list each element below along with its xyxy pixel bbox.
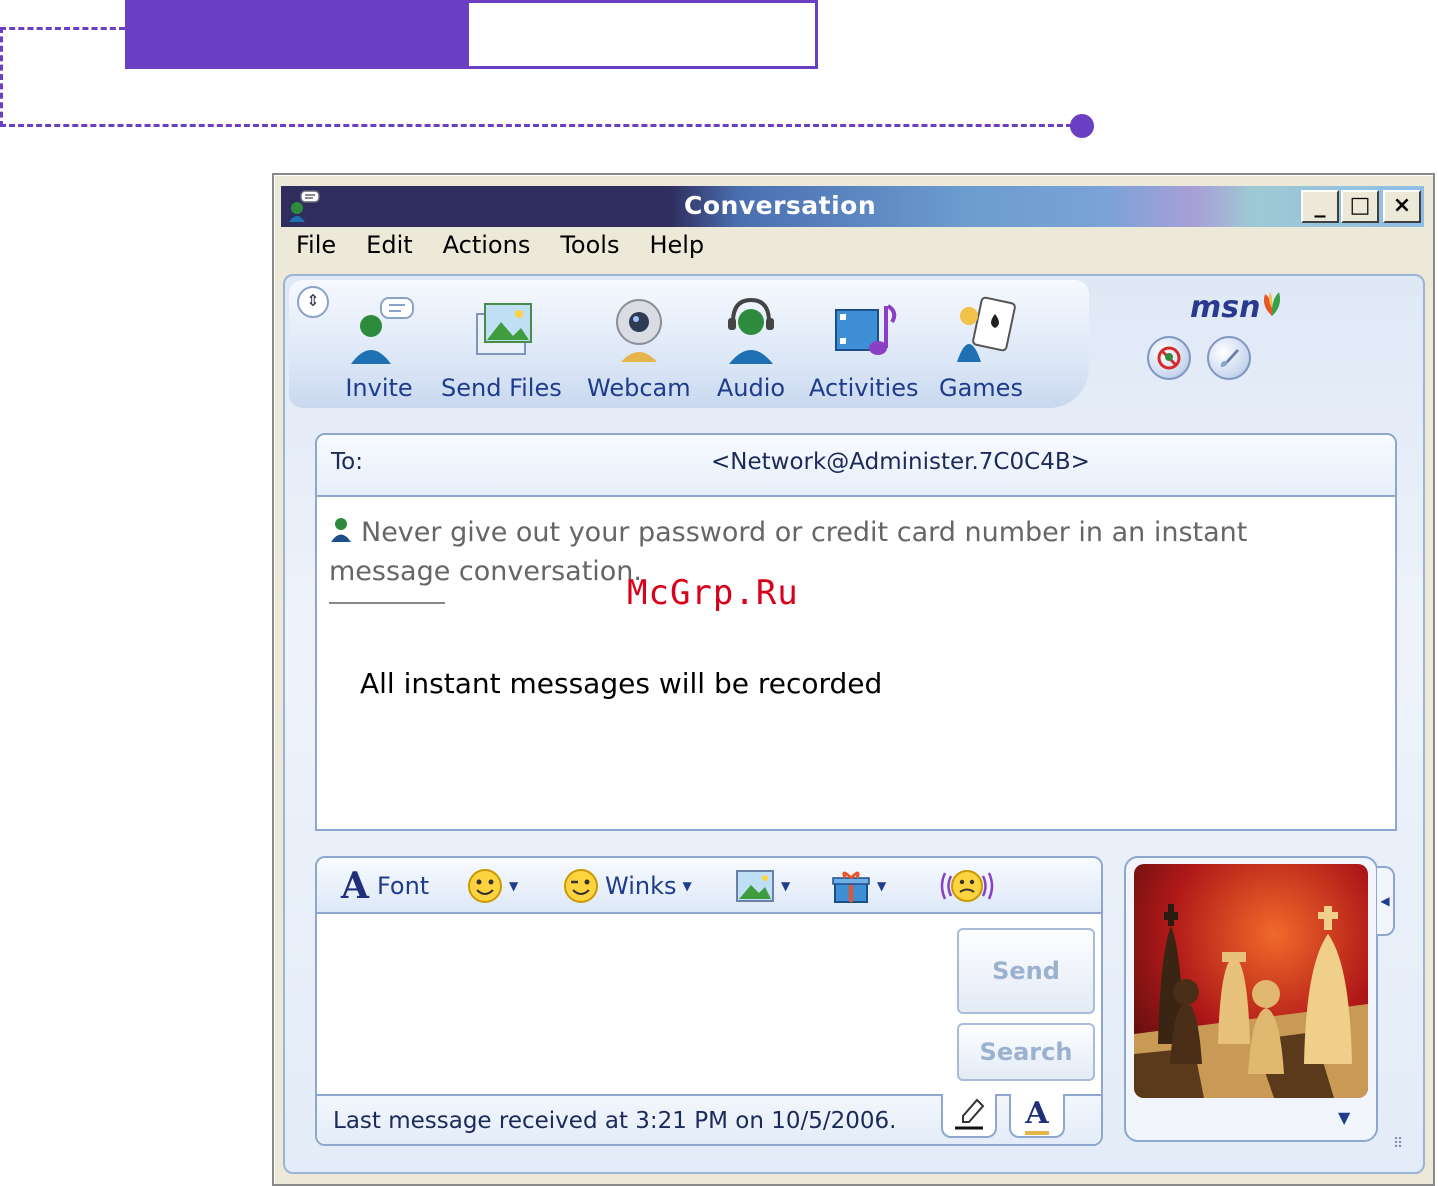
conversation-window: Conversation _ □ × File Edit Actions Too… — [272, 173, 1435, 1186]
close-button[interactable]: × — [1383, 190, 1421, 223]
chevron-down-icon: ▼ — [509, 879, 519, 893]
brand-area: msn — [1085, 280, 1425, 408]
chevron-down-icon[interactable]: ▼ — [1338, 1108, 1350, 1127]
font-button[interactable]: A Font — [341, 865, 430, 907]
gift-icon — [832, 871, 870, 903]
contact-address[interactable]: <Network@Administer.7C0C4B> — [711, 449, 1090, 475]
warning-divider — [329, 602, 445, 604]
activities-button[interactable]: Activities — [809, 292, 919, 402]
message-text: All instant messages will be recorded — [360, 667, 883, 700]
menu-tools[interactable]: Tools — [560, 231, 619, 271]
handwriting-tab[interactable] — [941, 1094, 997, 1138]
games-label: Games — [939, 374, 1023, 402]
status-text: Last message received at 3:21 PM on 10/5… — [333, 1108, 897, 1134]
collapse-toolbar-button[interactable]: ⇕ — [297, 286, 329, 318]
chevron-down-icon: ▼ — [877, 879, 887, 893]
webcam-label: Webcam — [587, 374, 691, 402]
text-mode-tab[interactable]: A — [1009, 1094, 1065, 1138]
invite-label: Invite — [345, 374, 413, 402]
title-bar[interactable]: Conversation _ □ × — [281, 186, 1424, 227]
winks-button[interactable]: Winks ▼ — [561, 866, 692, 906]
wink-icon — [564, 869, 598, 903]
menu-file[interactable]: File — [296, 231, 336, 271]
nudge-button[interactable] — [937, 866, 997, 906]
block-button[interactable] — [1147, 336, 1191, 380]
contact-icon — [331, 518, 351, 542]
games-icon — [956, 296, 1016, 362]
invite-icon — [351, 297, 414, 364]
winks-label: Winks — [605, 872, 677, 900]
font-label: Font — [376, 872, 430, 900]
to-bar: To: <Network@Administer.7C0C4B> — [317, 435, 1395, 497]
header-purple-block — [125, 0, 468, 69]
dashed-rule-top — [0, 27, 125, 30]
webcam-icon — [615, 299, 662, 362]
formatting-bar: A Font ▼ Winks ▼ ▼ ▼ — [317, 858, 1101, 914]
picture-icon — [736, 870, 774, 902]
header-white-block — [466, 0, 818, 69]
chess-picture — [1134, 864, 1368, 1098]
audio-label: Audio — [716, 374, 786, 402]
gift-button[interactable]: ▼ — [831, 866, 886, 906]
menu-actions[interactable]: Actions — [443, 231, 531, 271]
minimize-button[interactable]: _ — [1301, 190, 1339, 223]
chevron-down-icon: ▼ — [781, 879, 791, 893]
pen-icon — [955, 1098, 985, 1130]
activities-icon — [834, 304, 896, 355]
audio-icon — [728, 297, 774, 364]
status-bar: Last message received at 3:21 PM on 10/5… — [317, 1094, 1101, 1144]
font-icon: A — [341, 865, 369, 907]
background-button[interactable] — [1207, 336, 1251, 380]
audio-button[interactable]: Audio — [713, 292, 789, 402]
send-button[interactable]: Send — [957, 928, 1095, 1014]
display-picture-frame: ▼ — [1124, 856, 1378, 1142]
nudge-icon — [940, 870, 994, 902]
messenger-icon — [289, 190, 320, 222]
activities-label: Activities — [809, 374, 919, 402]
compose-area: A Font ▼ Winks ▼ ▼ ▼ Send Search Last me… — [315, 856, 1103, 1146]
menu-bar: File Edit Actions Tools Help — [284, 231, 704, 271]
send-files-button[interactable]: Send Files — [441, 292, 562, 402]
maximize-button[interactable]: □ — [1341, 190, 1379, 223]
resize-grip-icon[interactable]: ⠿ — [1393, 1136, 1403, 1152]
text-mode-icon: A — [1025, 1096, 1049, 1135]
dashed-rule-left — [0, 27, 3, 127]
smiley-icon — [468, 869, 502, 903]
action-toolbar: ⇕ Invite Send Files Webcam Audio Activit… — [289, 280, 1089, 408]
watermark: McGrp.Ru — [627, 573, 799, 613]
chevron-down-icon: ▼ — [682, 879, 692, 893]
conversation-client-area: ⇕ Invite Send Files Webcam Audio Activit… — [283, 274, 1425, 1174]
to-label: To: — [331, 449, 363, 475]
rule-end-dot — [1070, 114, 1094, 138]
window-title: Conversation — [684, 191, 877, 220]
dashed-rule-bottom — [0, 124, 1072, 127]
display-picture[interactable] — [1134, 864, 1368, 1098]
emoticon-button[interactable]: ▼ — [467, 866, 518, 906]
webcam-button[interactable]: Webcam — [587, 292, 691, 402]
search-button[interactable]: Search — [957, 1023, 1095, 1081]
background-picture-button[interactable]: ▼ — [735, 866, 790, 906]
games-button[interactable]: Games — [939, 292, 1023, 402]
security-warning: Never give out your password or credit c… — [329, 513, 1289, 591]
block-icon — [1157, 346, 1181, 370]
menu-edit[interactable]: Edit — [366, 231, 412, 271]
collapse-picture-tab[interactable]: ◀ — [1377, 866, 1395, 936]
msn-butterfly-icon — [1263, 292, 1281, 316]
send-files-label: Send Files — [441, 374, 562, 402]
send-files-icon — [476, 303, 533, 355]
conversation-history: To: <Network@Administer.7C0C4B> Never gi… — [315, 433, 1397, 831]
brush-icon — [1220, 349, 1239, 367]
msn-logo: msn — [1190, 290, 1261, 325]
menu-help[interactable]: Help — [649, 231, 704, 271]
invite-button[interactable]: Invite — [341, 292, 417, 402]
